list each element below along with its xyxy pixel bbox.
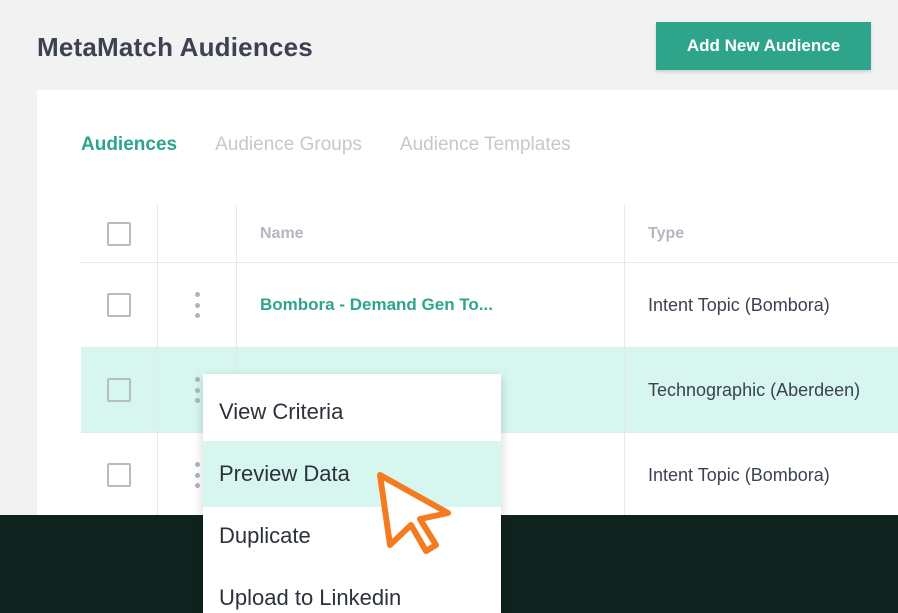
kebab-menu-icon[interactable] xyxy=(192,377,202,403)
header-menu-cell xyxy=(158,205,237,262)
row-checkbox[interactable] xyxy=(107,293,131,317)
table-header-row: Name Type xyxy=(81,205,898,263)
kebab-menu-icon[interactable] xyxy=(192,292,202,318)
row-type-cell: Intent Topic (Bombora) xyxy=(625,433,898,517)
menu-item-upload-to-linkedin[interactable]: Upload to Linkedin xyxy=(203,565,501,613)
row-type-cell: Technographic (Aberdeen) xyxy=(625,348,898,432)
audience-type: Intent Topic (Bombora) xyxy=(648,464,830,485)
page-title: MetaMatch Audiences xyxy=(37,32,313,62)
audience-type: Technographic (Aberdeen) xyxy=(648,379,861,400)
tab-audience-groups[interactable]: Audience Groups xyxy=(215,134,362,156)
menu-item-view-criteria[interactable]: View Criteria xyxy=(203,379,501,445)
tab-audience-templates[interactable]: Audience Templates xyxy=(400,134,571,156)
mouse-pointer-icon xyxy=(377,472,451,554)
row-menu-cell xyxy=(158,263,237,347)
audience-name-link[interactable]: Bombora - Demand Gen To... xyxy=(260,295,493,315)
row-checkbox[interactable] xyxy=(107,378,131,402)
row-name-cell: Bombora - Demand Gen To... xyxy=(237,263,625,347)
table-row: Bombora - Demand Gen To... Intent Topic … xyxy=(81,263,898,348)
add-new-audience-button[interactable]: Add New Audience xyxy=(656,22,871,70)
tab-audiences[interactable]: Audiences xyxy=(81,134,177,156)
kebab-menu-icon[interactable] xyxy=(192,462,202,488)
audience-type: Intent Topic (Bombora) xyxy=(648,294,830,315)
column-header-name[interactable]: Name xyxy=(237,205,625,262)
row-checkbox[interactable] xyxy=(107,463,131,487)
column-header-type[interactable]: Type xyxy=(625,205,898,262)
row-checkbox-cell xyxy=(81,433,158,517)
select-all-checkbox[interactable] xyxy=(107,221,131,246)
row-checkbox-cell xyxy=(81,348,158,432)
row-type-cell: Intent Topic (Bombora) xyxy=(625,263,898,347)
row-checkbox-cell xyxy=(81,263,158,347)
tab-bar: Audiences Audience Groups Audience Templ… xyxy=(81,134,609,156)
header-checkbox-cell xyxy=(81,205,158,262)
